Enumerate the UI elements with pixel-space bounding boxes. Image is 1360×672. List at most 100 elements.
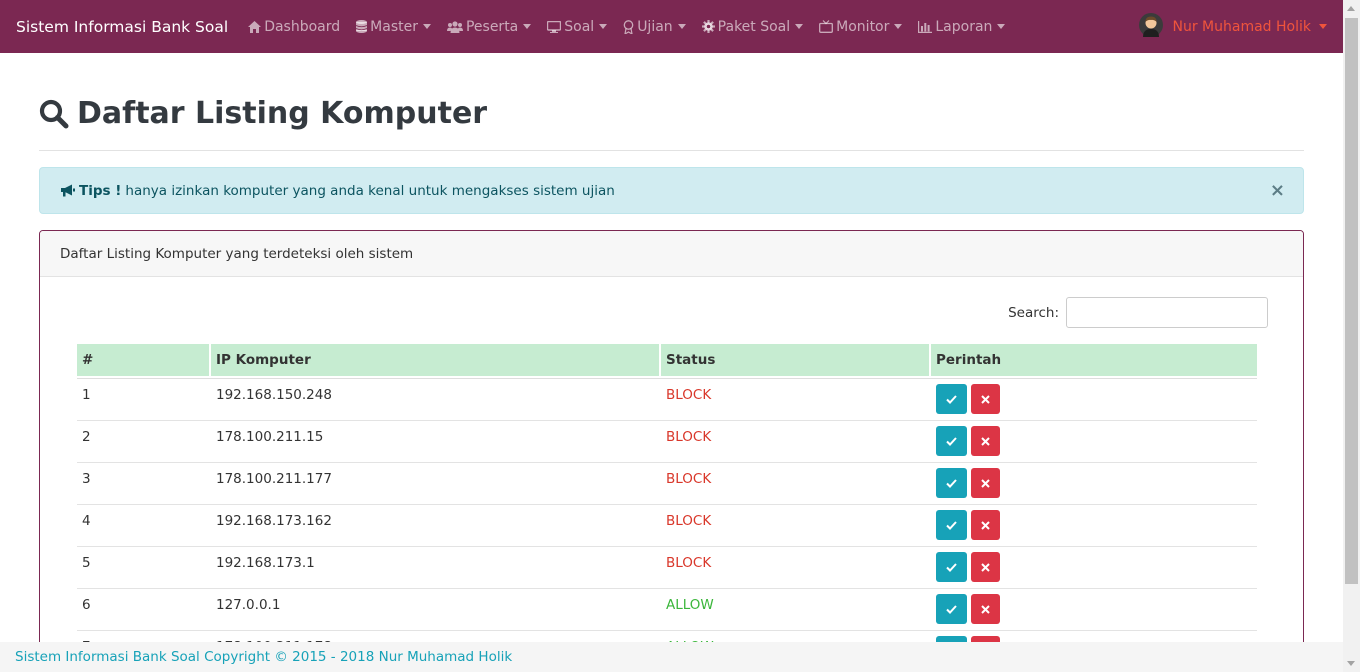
row-ip: 127.0.0.1 [211, 589, 661, 631]
row-actions [931, 379, 1257, 421]
block-button[interactable] [971, 552, 1000, 582]
scroll-up-arrow-icon[interactable] [1347, 6, 1355, 11]
allow-button[interactable] [936, 468, 967, 498]
user-menu[interactable]: Nur Muhamad Holik [1138, 0, 1327, 53]
chevron-down-icon [894, 24, 903, 29]
users-icon [446, 20, 463, 33]
search-input[interactable] [1066, 297, 1268, 328]
nav-soal[interactable]: Soal [539, 19, 615, 35]
table-row: 1 192.168.150.248 BLOCK [77, 379, 1257, 421]
row-ip: 192.168.173.162 [211, 505, 661, 547]
chevron-down-icon [523, 24, 532, 29]
page-title: Daftar Listing Komputer [39, 96, 487, 131]
nav-monitor[interactable]: Monitor [811, 19, 910, 35]
status-badge: ALLOW [661, 589, 931, 631]
allow-button[interactable] [936, 594, 967, 624]
scroll-down-arrow-icon[interactable] [1347, 661, 1355, 666]
alert-message: hanya izinkan komputer yang anda kenal u… [125, 182, 615, 199]
row-actions [931, 547, 1257, 589]
column-header-status[interactable]: Status [661, 344, 931, 376]
block-button[interactable] [971, 510, 1000, 540]
user-name: Nur Muhamad Holik [1172, 18, 1312, 35]
scrollbar-thumb[interactable] [1345, 18, 1358, 584]
nav-soal-label: Soal [564, 18, 595, 35]
footer-text: Sistem Informasi Bank Soal Copyright © 2… [15, 649, 513, 665]
check-icon [946, 394, 957, 404]
row-ip: 178.100.211.15 [211, 421, 661, 463]
brand-link[interactable]: Sistem Informasi Bank Soal [16, 18, 228, 36]
block-button[interactable] [971, 384, 1000, 414]
column-header-perintah[interactable]: Perintah [931, 344, 1257, 376]
nav-paket-soal-label: Paket Soal [717, 18, 791, 35]
page-scrollbar[interactable] [1343, 0, 1360, 672]
main-nav: Dashboard Master Peserta Soal Ujian Pake… [240, 19, 1013, 35]
table-row: 6 127.0.0.1 ALLOW [77, 589, 1257, 631]
close-icon [981, 562, 990, 572]
search-filter: Search: [1008, 297, 1268, 328]
gear-icon [701, 20, 715, 33]
row-number: 6 [77, 589, 211, 631]
block-button[interactable] [971, 468, 1000, 498]
table-header-row: # IP Komputer Status Perintah [77, 344, 1257, 376]
search-label: Search: [1008, 304, 1059, 321]
allow-button[interactable] [936, 426, 967, 456]
status-badge: BLOCK [661, 463, 931, 505]
chevron-down-icon [599, 24, 608, 29]
check-icon [946, 520, 957, 530]
title-divider [39, 150, 1304, 151]
page-title-text: Daftar Listing Komputer [77, 96, 488, 131]
table-row: 4 192.168.173.162 BLOCK [77, 505, 1257, 547]
nav-dashboard-label: Dashboard [264, 18, 341, 35]
close-icon [981, 520, 990, 530]
allow-button[interactable] [936, 510, 967, 540]
nav-master[interactable]: Master [348, 19, 439, 35]
allow-button[interactable] [936, 384, 967, 414]
check-icon [946, 562, 957, 572]
nav-ujian[interactable]: Ujian [615, 19, 693, 35]
award-icon [623, 19, 634, 34]
chevron-down-icon [422, 24, 431, 29]
row-actions [931, 421, 1257, 463]
tv-icon [819, 20, 834, 33]
nav-monitor-label: Monitor [836, 18, 890, 35]
allow-button[interactable] [936, 552, 967, 582]
row-number: 5 [77, 547, 211, 589]
column-header-no[interactable]: # [77, 344, 211, 376]
row-actions [931, 505, 1257, 547]
computer-list-card: Daftar Listing Komputer yang terdeteksi … [39, 230, 1304, 672]
nav-laporan[interactable]: Laporan [910, 19, 1013, 35]
row-number: 4 [77, 505, 211, 547]
block-button[interactable] [971, 594, 1000, 624]
nav-peserta[interactable]: Peserta [439, 19, 539, 35]
block-button[interactable] [971, 426, 1000, 456]
row-ip: 192.168.150.248 [211, 379, 661, 421]
search-icon [39, 99, 69, 129]
top-navbar: Sistem Informasi Bank Soal Dashboard Mas… [0, 0, 1343, 53]
nav-dashboard[interactable]: Dashboard [240, 19, 348, 35]
bullhorn-icon [60, 184, 75, 197]
status-badge: BLOCK [661, 505, 931, 547]
tips-alert: Tips ! hanya izinkan komputer yang anda … [39, 167, 1304, 214]
table-body: 1 192.168.150.248 BLOCK 2 178.100.211.15… [77, 379, 1257, 672]
nav-paket-soal[interactable]: Paket Soal [694, 19, 811, 35]
monitor-icon [547, 20, 562, 33]
status-badge: BLOCK [661, 379, 931, 421]
close-icon [981, 604, 990, 614]
close-icon[interactable]: × [1270, 182, 1285, 200]
row-number: 1 [77, 379, 211, 421]
table-row: 3 178.100.211.177 BLOCK [77, 463, 1257, 505]
close-icon [981, 436, 990, 446]
row-number: 3 [77, 463, 211, 505]
table-row: 5 192.168.173.1 BLOCK [77, 547, 1257, 589]
column-header-ip[interactable]: IP Komputer [211, 344, 661, 376]
row-actions [931, 589, 1257, 631]
check-icon [946, 604, 957, 614]
avatar [1138, 12, 1173, 41]
chevron-down-icon [1319, 24, 1327, 29]
nav-laporan-label: Laporan [935, 18, 993, 35]
table-row: 2 178.100.211.15 BLOCK [77, 421, 1257, 463]
check-icon [946, 436, 957, 446]
page-footer: Sistem Informasi Bank Soal Copyright © 2… [0, 642, 1343, 672]
card-header: Daftar Listing Komputer yang terdeteksi … [40, 231, 1303, 277]
computer-table: # IP Komputer Status Perintah 1 192.168.… [77, 344, 1257, 672]
